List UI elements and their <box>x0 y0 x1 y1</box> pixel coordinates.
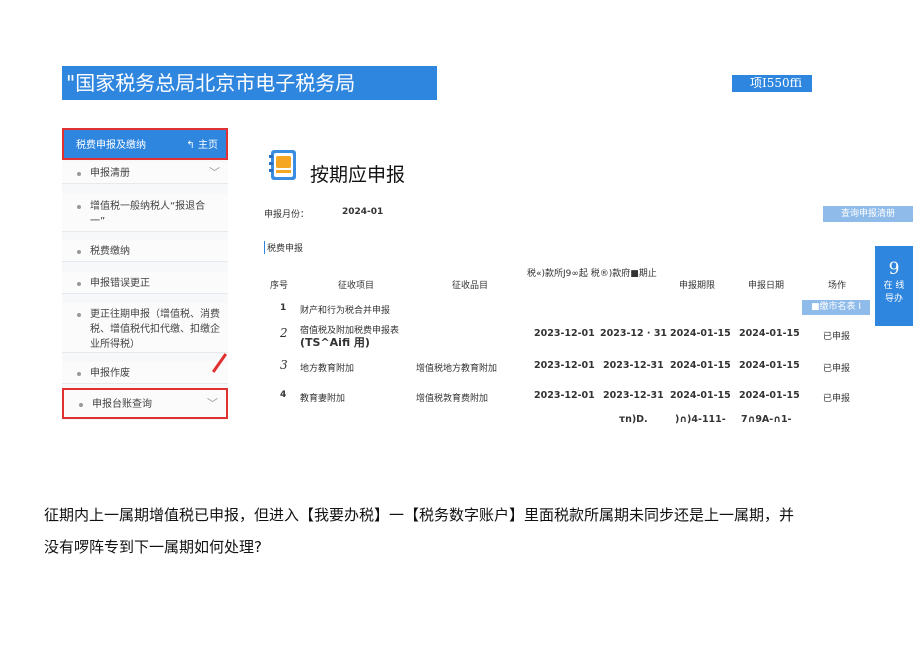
notebook-icon <box>268 148 298 182</box>
row2-start: 2023-12-01 <box>534 328 595 339</box>
sidebar-item-label: 增值税一般纳税人“报退合一” <box>90 201 206 227</box>
row4-item: 教育妻附加 <box>300 394 346 404</box>
row3-start: 2023-12-01 <box>534 360 595 371</box>
sidebar-item-label: 税费缴纳 <box>90 246 130 257</box>
month-label: 申报月份： <box>264 210 310 220</box>
th-deadline: 申报期限 <box>679 281 716 291</box>
query-declaration-button[interactable]: 查询申报清册 <box>823 206 913 222</box>
row3-date: 2024-01-15 <box>739 360 800 371</box>
site-title-banner: "国家税务总局北京市电子税务局 <box>62 66 437 100</box>
float-line2: 导办 <box>884 294 903 304</box>
row1-seq: 1 <box>280 303 287 313</box>
sidebar-item-void-declaration[interactable]: 申报作废 <box>62 362 228 384</box>
row1-item: 财产和行为税合并申报 <box>300 306 391 316</box>
th-seq: 序号 <box>270 281 289 291</box>
bullet-icon <box>77 172 81 176</box>
sidebar-item-ledger-query[interactable]: 申报台账查询 ﹀ <box>62 388 228 419</box>
sidebar-header[interactable]: 税费申报及缴纳 ↰ 主页 <box>62 128 228 160</box>
partial-cell: 7∩9A-∩1- <box>741 414 792 425</box>
sidebar-item-declaration-list[interactable]: 申报清册 ﹀ <box>62 162 228 184</box>
sidebar-item-label: 申报错误更正 <box>90 278 150 289</box>
row2-status[interactable]: 已申报 <box>823 329 850 342</box>
sidebar-item-vat-general[interactable]: 增值税一般纳税人“报退合一” <box>62 194 228 232</box>
home-link[interactable]: ↰ 主页 <box>186 130 218 162</box>
th-item: 征收项目 <box>338 281 375 291</box>
question-line-1: 征期内上一属期增值税已申报，但进入【我要办税】一【税务数字账户】里面税款所属期未… <box>44 506 795 524</box>
float-number: 9 <box>888 259 900 279</box>
question-line-2: 没有啰阵专到下一属期如何处理? <box>44 538 262 556</box>
row4-end: 2023-12-31 <box>603 390 664 401</box>
row2-deadline: 2024-01-15 <box>670 328 731 339</box>
row3-status[interactable]: 已申报 <box>823 361 850 374</box>
bullet-icon <box>77 313 81 317</box>
row3-subitem: 增值税地方教育附加 <box>416 364 498 374</box>
month-value[interactable]: 2024-01 <box>342 207 383 217</box>
bullet-icon <box>77 250 81 254</box>
back-arrow-icon: ↰ <box>186 140 195 151</box>
sidebar-item-tax-payment[interactable]: 税费缴纳 <box>62 240 228 262</box>
partial-cell: )∩)4-111- <box>675 414 726 425</box>
sidebar-item-label: 申报作废 <box>90 368 130 379</box>
chevron-down-icon: ﹀ <box>209 166 220 179</box>
row2-date: 2024-01-15 <box>739 328 800 339</box>
top-right-badge[interactable]: 项I550ffi <box>732 75 812 92</box>
th-action: 场作 <box>828 281 847 291</box>
th-date: 申报日期 <box>748 281 785 291</box>
row4-status[interactable]: 已申报 <box>823 391 850 404</box>
row4-deadline: 2024-01-15 <box>670 390 731 401</box>
bullet-icon <box>79 403 83 407</box>
sidebar-item-past-correction[interactable]: 更正往期申报（增值税、消费税、增值税代扣代缴、扣缴企业所得税） <box>62 303 228 353</box>
sidebar-header-title: 税费申报及缴纳 <box>76 140 146 151</box>
bullet-icon <box>77 205 81 209</box>
row3-deadline: 2024-01-15 <box>670 360 731 371</box>
bullet-icon <box>77 372 81 376</box>
th-period: 税«)款所J9∞起 税®)款府■期止 <box>527 269 657 279</box>
row3-seq: 3 <box>280 358 288 372</box>
partial-cell: τn)D. <box>619 414 648 425</box>
sidebar-item-label: 申报台账查询 <box>92 399 152 410</box>
row2-item-extra: (TS^Aifi 用) <box>300 336 370 349</box>
section-title: 税费申报 <box>264 241 303 254</box>
float-line1: 在 线 <box>883 281 905 291</box>
row3-end: 2023-12-31 <box>603 360 664 371</box>
row2-seq: 2 <box>280 326 288 340</box>
row3-item: 地方教育附加 <box>300 364 355 374</box>
page-title: 按期应申报 <box>310 164 406 186</box>
row4-date: 2024-01-15 <box>739 390 800 401</box>
row4-start: 2023-12-01 <box>534 390 595 401</box>
th-subitem: 征收品目 <box>452 281 489 291</box>
sidebar-item-error-correction[interactable]: 申报错误更正 <box>62 272 228 294</box>
row4-subitem: 增值税敦育费附加 <box>416 394 489 404</box>
online-guide-float[interactable]: 9 在 线 导办 <box>875 246 913 326</box>
home-label: 主页 <box>198 140 218 151</box>
row4-seq: 4 <box>280 390 287 400</box>
row2-end: 2023-12 · 31 <box>600 328 668 339</box>
fill-form-button[interactable]: ■缴市名表 I <box>802 300 870 315</box>
sidebar-item-label: 申报清册 <box>90 168 130 179</box>
sidebar-item-label: 更正往期申报（增值税、消费税、增值税代扣代缴、扣缴企业所得税） <box>90 309 220 350</box>
bullet-icon <box>77 282 81 286</box>
chevron-down-icon: ﹀ <box>207 397 218 410</box>
